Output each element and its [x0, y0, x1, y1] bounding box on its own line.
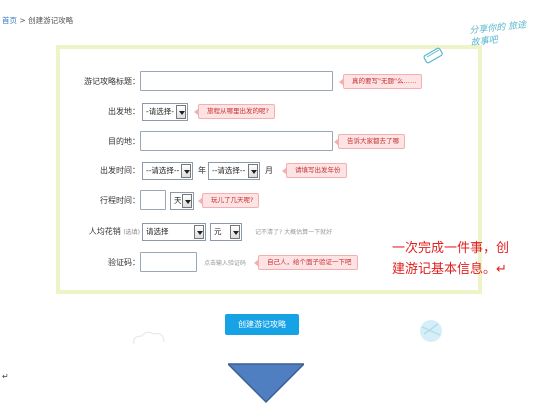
cost-label: 人均花销	[88, 227, 121, 236]
chevron-down-icon	[194, 225, 204, 239]
annotation-note: 一次完成一件事，创 建游记基本信息。↵	[392, 238, 522, 280]
duration-input[interactable]	[140, 190, 166, 210]
time-tip: 请填写出发年份	[282, 163, 347, 178]
departure-select[interactable]: -请选择-	[142, 103, 188, 121]
captcha-input[interactable]	[140, 252, 197, 272]
departure-select-value: -请选择-	[146, 107, 174, 116]
duration-label: 行程时间：	[100, 196, 140, 205]
cost-label-group: 人均花销 (选填)	[66, 226, 140, 237]
decorative-ball	[420, 320, 442, 342]
departure-tip: 旅程从哪里出发的呢?	[194, 104, 275, 119]
captcha-hint[interactable]: 点击输入验证码	[204, 258, 246, 267]
cost-hint: 记不清了? 大概估算一下就好	[255, 229, 333, 236]
annotation-line-1: 一次完成一件事，创	[392, 241, 510, 256]
cost-optional-label: (选填)	[123, 229, 140, 236]
chevron-down-icon	[181, 164, 191, 178]
year-select-value: --请选择--	[146, 166, 180, 175]
paragraph-return-mark: ↵	[2, 372, 9, 381]
duration-unit-select[interactable]: 天	[170, 192, 194, 210]
cost-select[interactable]: 请选择	[142, 223, 206, 241]
destination-tip: 告诉大家都去了哪	[334, 134, 405, 149]
pencil-icon	[423, 47, 443, 64]
currency-select-value: 元	[214, 227, 222, 236]
year-select[interactable]: --请选择--	[142, 162, 193, 180]
decorative-cloud	[133, 331, 165, 345]
time-label: 出发时间：	[100, 166, 140, 175]
chevron-down-icon	[182, 194, 192, 208]
title-tip: 真的要写"无题"么……	[338, 74, 423, 89]
title-label: 游记攻略标题：	[84, 77, 140, 86]
breadcrumb: 首页 > 创建游记攻略	[2, 15, 73, 26]
destination-input[interactable]	[140, 131, 333, 151]
title-input[interactable]	[140, 71, 333, 91]
annotation-line-2: 建游记基本信息。↵	[392, 262, 507, 277]
duration-tip: 玩儿了几天呢?	[197, 193, 260, 208]
breadcrumb-home-link[interactable]: 首页	[2, 16, 17, 25]
month-unit: 月	[265, 166, 273, 175]
departure-label: 出发地：	[108, 107, 140, 116]
captcha-label: 验证码：	[108, 258, 140, 267]
chevron-down-icon	[176, 105, 186, 119]
create-guide-button[interactable]: 创建游记攻略	[225, 314, 299, 335]
captcha-tip: 自己人，给个面子验证一下吧	[254, 255, 358, 270]
breadcrumb-current: 创建游记攻略	[28, 16, 74, 25]
duration-unit-value: 天	[174, 196, 182, 205]
currency-select[interactable]: 元	[210, 223, 242, 241]
month-select-value: --请选择--	[212, 166, 246, 175]
year-unit: 年	[198, 166, 206, 175]
breadcrumb-separator: >	[19, 16, 26, 25]
destination-label: 目的地：	[108, 137, 140, 146]
chevron-down-icon	[230, 225, 240, 239]
share-story-handwriting: 分享你的 旅途故事吧	[469, 20, 527, 49]
month-select[interactable]: --请选择--	[208, 162, 260, 180]
cost-select-value: 请选择	[146, 227, 169, 236]
chevron-down-icon	[248, 164, 258, 178]
arrow-down-icon	[228, 363, 304, 404]
